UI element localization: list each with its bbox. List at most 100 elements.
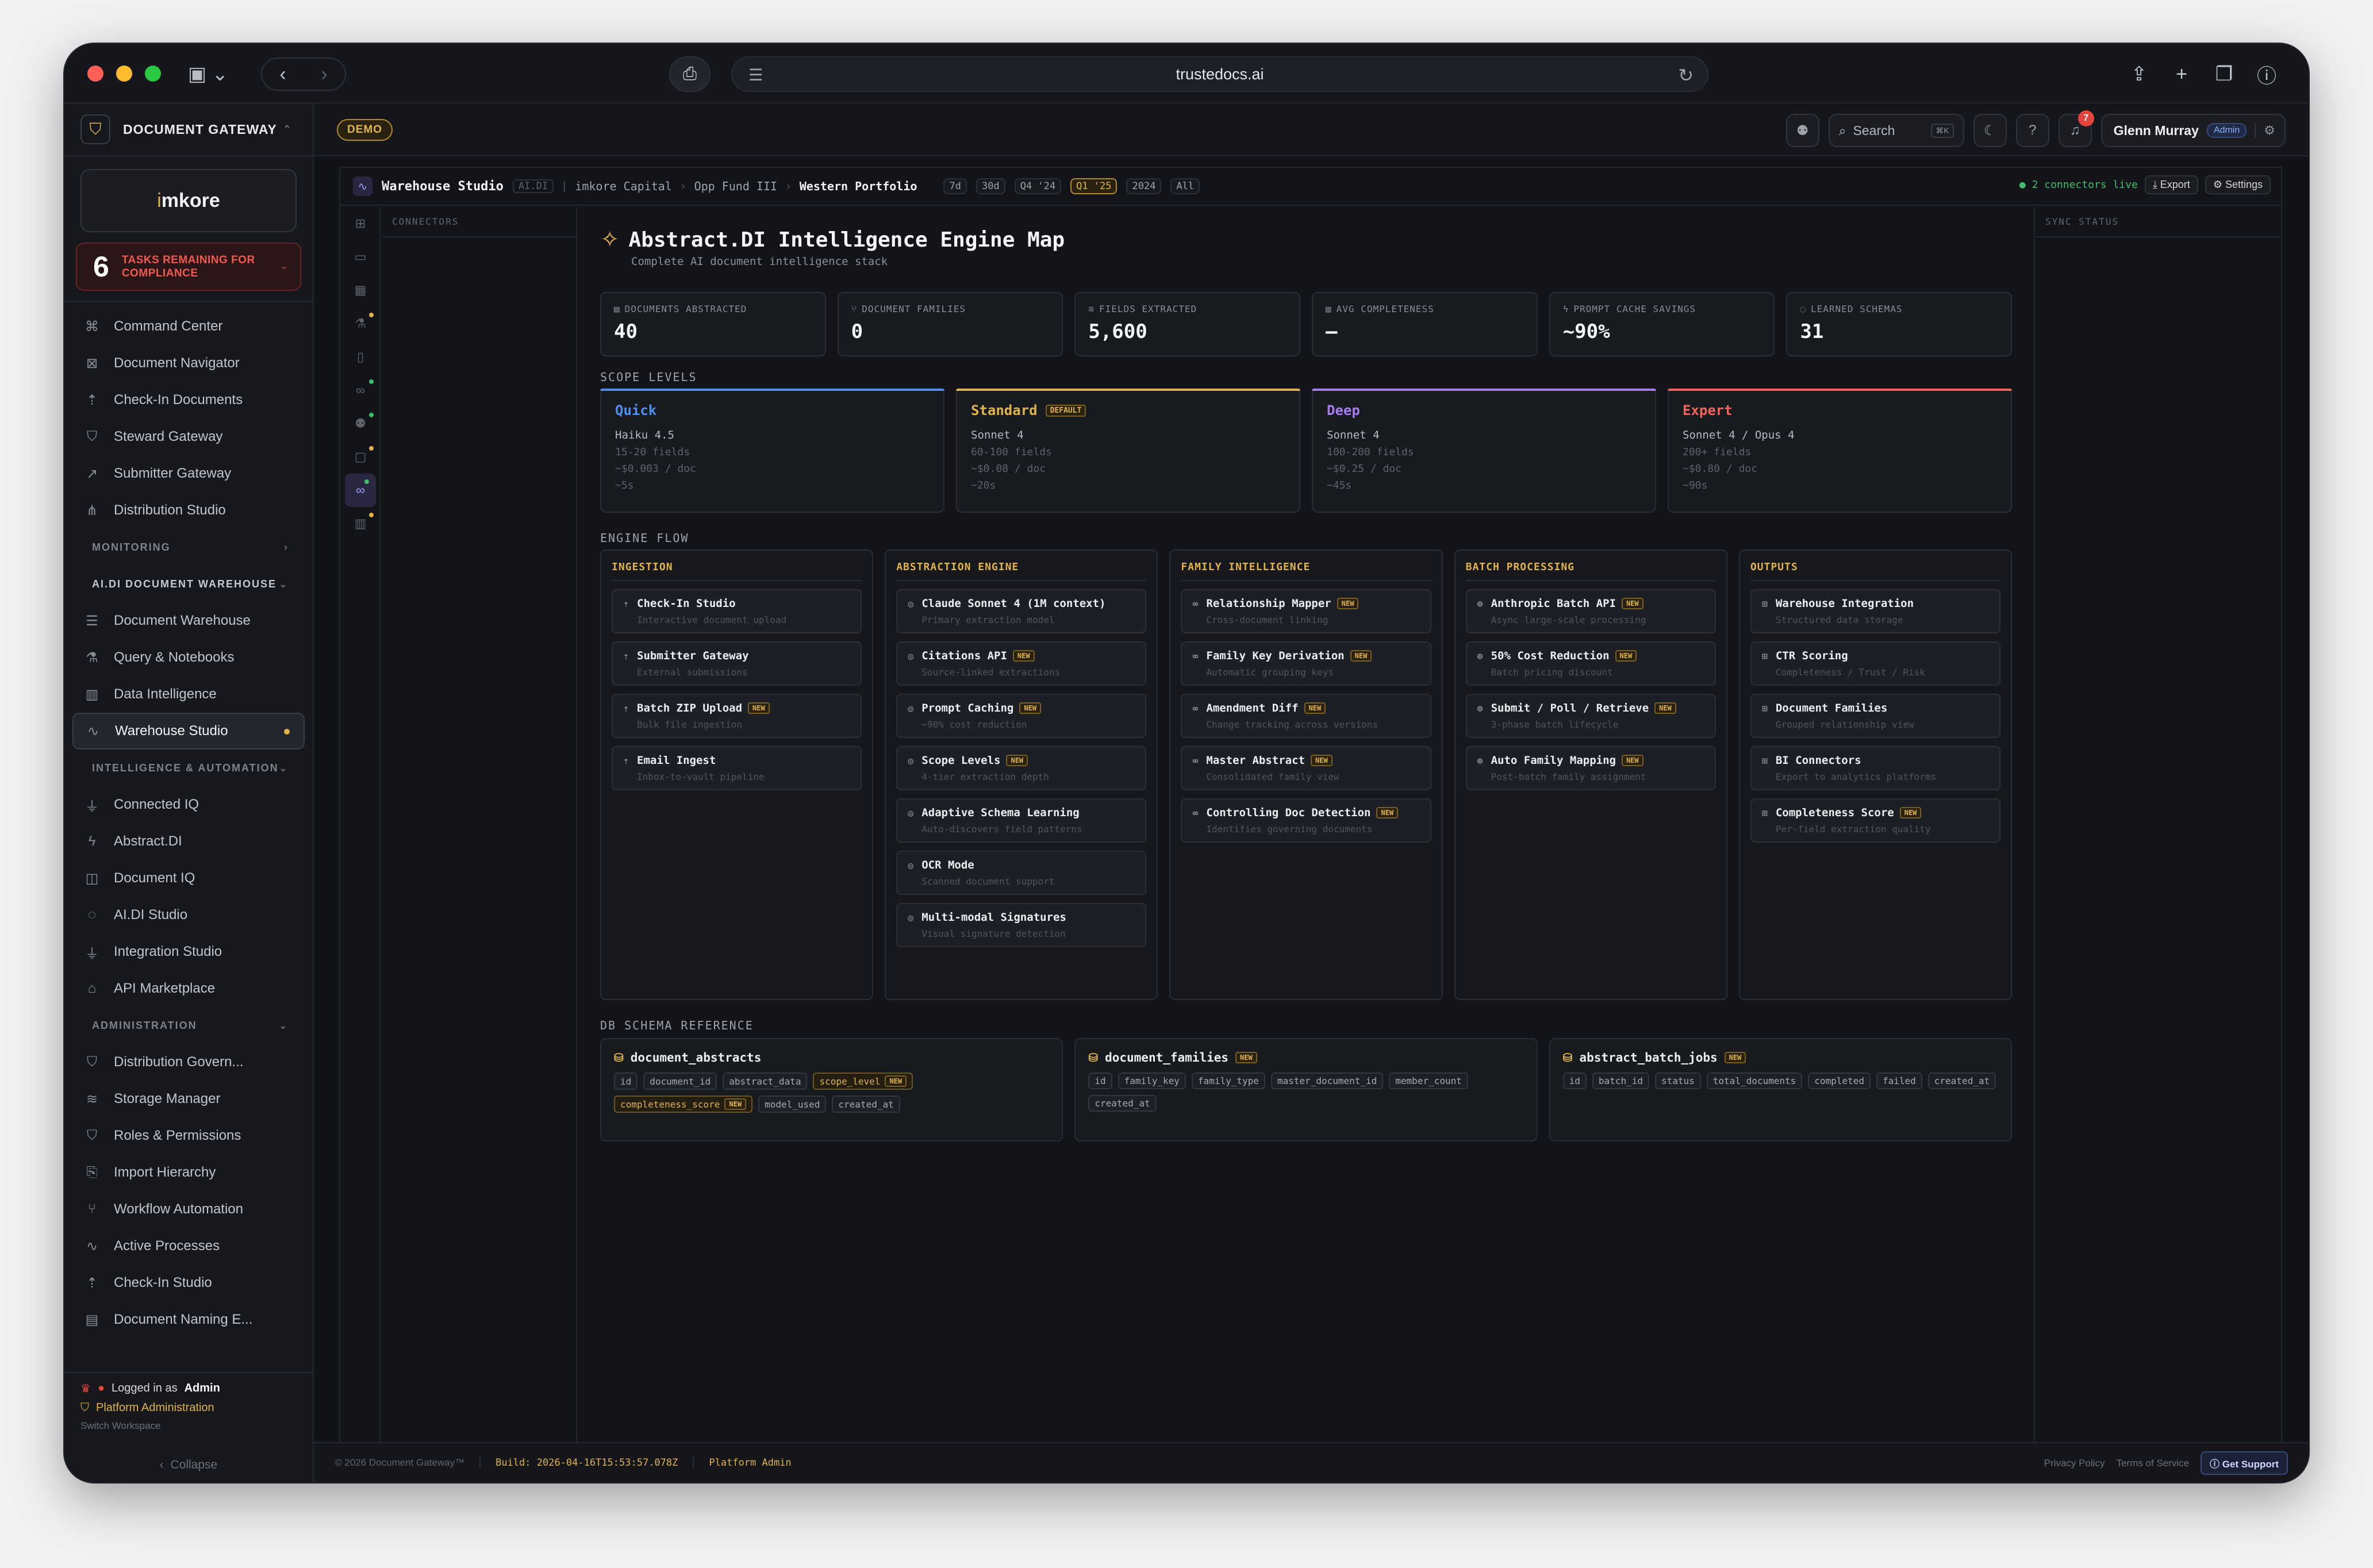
file-icon[interactable]: ▭ xyxy=(340,240,381,274)
breadcrumb-fund[interactable]: Opp Fund III xyxy=(694,179,778,193)
scope-card-quick[interactable]: Quick Haiku 4.5 15-20 fields ~$0.003 / doc ~… xyxy=(600,389,944,513)
flow-node[interactable]: ⇡ Batch ZIP Upload NEW Bulk file ingestion xyxy=(612,694,862,738)
info-icon[interactable]: ⓘ xyxy=(2248,56,2286,92)
flow-node[interactable]: ⊕ Submit / Poll / Retrieve NEW 3-phase batc… xyxy=(1465,694,1716,738)
range-7d[interactable]: 7d xyxy=(943,178,967,194)
sidebar-item-integration-studio[interactable]: ⏚ Integration Studio xyxy=(72,933,305,970)
minimize-window-button[interactable] xyxy=(116,66,132,82)
sidebar-item-workflow-automation[interactable]: ⑂ Workflow Automation xyxy=(72,1191,305,1228)
flow-node[interactable]: ⊕ Anthropic Batch API NEW Async large-scale… xyxy=(1465,589,1716,633)
scope-card-standard[interactable]: Standard DEFAULT Sonnet 4 60-100 fields ~$0.… xyxy=(956,389,1300,513)
share-icon[interactable]: ⇪ xyxy=(2120,56,2158,92)
flow-node[interactable]: ⊞ BI Connectors Export to analytics platfo… xyxy=(1750,746,2001,790)
sidebar-item-query-notebooks[interactable]: ⚗ Query & Notebooks xyxy=(72,639,305,676)
sidebar-item-aidi-studio[interactable]: ◌ AI.DI Studio xyxy=(72,897,305,933)
flask-icon[interactable]: ⚗ xyxy=(340,307,381,340)
page-settings-icon[interactable]: ☰ xyxy=(748,66,763,84)
help-icon[interactable]: ? xyxy=(2015,114,2049,147)
sidebar-item-abstract-di[interactable]: ϟ Abstract.DI xyxy=(72,823,305,860)
new-tab-icon[interactable]: + xyxy=(2163,56,2201,92)
sidebar-item-document-iq[interactable]: ◫ Document IQ xyxy=(72,860,305,897)
sidebar-item-api-marketplace[interactable]: ⌂ API Marketplace xyxy=(72,970,305,1007)
flow-node[interactable]: ⊕ Auto Family Mapping NEW Post-batch family… xyxy=(1465,746,1716,790)
flow-node[interactable]: ⇡ Check-In Studio Interactive document upl… xyxy=(612,589,862,633)
sidebar-item-document-warehouse[interactable]: ☰ Document Warehouse xyxy=(72,602,305,639)
bot-icon[interactable]: ⚉ xyxy=(1785,114,1819,147)
flow-node[interactable]: ⊞ Completeness Score NEW Per-field extracti… xyxy=(1750,798,2001,843)
flow-node[interactable]: ◎ Scope Levels NEW 4-tier extraction depth xyxy=(896,746,1147,790)
flow-node[interactable]: ⊞ CTR Scoring Completeness / Trust / Risk xyxy=(1750,641,2001,686)
sidebar-item-distribution-studio[interactable]: ⋔ Distribution Studio xyxy=(72,492,305,529)
sidebar-item-active-processes[interactable]: ∿ Active Processes xyxy=(72,1228,305,1265)
book-icon[interactable]: ▯ xyxy=(340,340,381,374)
sidebar-item-distribution-governance[interactable]: ⛉ Distribution Govern... xyxy=(72,1044,305,1081)
chart-icon[interactable]: ▥ xyxy=(340,507,381,540)
reload-icon[interactable]: ↻ xyxy=(1678,64,1694,86)
sidebar-item-import-hierarchy[interactable]: ⎘ Import Hierarchy xyxy=(72,1154,305,1191)
close-window-button[interactable] xyxy=(87,66,103,82)
flow-node[interactable]: ∞ Family Key Derivation NEW Automatic group… xyxy=(1181,641,1431,686)
export-button[interactable]: ⤓ Export xyxy=(2144,175,2198,194)
flow-node[interactable]: ∞ Master Abstract NEW Consolidated family v… xyxy=(1181,746,1431,790)
maximize-window-button[interactable] xyxy=(145,66,161,82)
flow-node[interactable]: ◎ Claude Sonnet 4 (1M context) Primary ext… xyxy=(896,589,1147,633)
flow-node[interactable]: ⊞ Document Families Grouped relationship v… xyxy=(1750,694,2001,738)
section-monitoring[interactable]: MONITORING › xyxy=(72,529,305,566)
flow-node[interactable]: ∞ Relationship Mapper NEW Cross-document li… xyxy=(1181,589,1431,633)
moon-icon[interactable]: ☾ xyxy=(1973,114,2007,147)
sidebar-item-check-in-studio[interactable]: ⇡ Check-In Studio xyxy=(72,1265,305,1301)
breadcrumb-portfolio[interactable]: Western Portfolio xyxy=(800,179,917,193)
terms-link[interactable]: Terms of Service xyxy=(2116,1458,2189,1469)
user-menu[interactable]: Glenn Murray Admin ⚙ xyxy=(2101,114,2286,147)
sidebar-item-warehouse-studio[interactable]: ∿ Warehouse Studio xyxy=(72,713,305,750)
sidebar-item-data-intelligence[interactable]: ▥ Data Intelligence xyxy=(72,676,305,713)
flow-node[interactable]: ◎ Prompt Caching NEW ~90% cost reduction xyxy=(896,694,1147,738)
get-support-button[interactable]: ⓘ Get Support xyxy=(2201,1451,2288,1475)
flow-node[interactable]: ∞ Controlling Doc Detection NEW Identifies … xyxy=(1181,798,1431,843)
flow-node[interactable]: ◎ Multi-modal Signatures Visual signature … xyxy=(896,903,1147,947)
robot-icon[interactable]: ⚉ xyxy=(340,407,381,440)
section-intelligence[interactable]: INTELLIGENCE & AUTOMATION ⌄ xyxy=(72,750,305,786)
section-administration[interactable]: ADMINISTRATION ⌄ xyxy=(72,1007,305,1044)
range-all[interactable]: All xyxy=(1170,178,1200,194)
platform-admin-row[interactable]: ⛉ Platform Administration xyxy=(80,1401,297,1415)
privacy-link[interactable]: Privacy Policy xyxy=(2044,1458,2105,1469)
printer-icon[interactable]: ⎙ xyxy=(669,56,711,92)
search-button[interactable]: ⌕ Search ⌘K xyxy=(1828,114,1964,147)
range-q4-24[interactable]: Q4 '24 xyxy=(1014,178,1062,194)
sidebar-item-connected-iq[interactable]: ⏚ Connected IQ xyxy=(72,786,305,823)
grid-icon[interactable]: ⊞ xyxy=(340,207,381,240)
sidebar-toggle-icon[interactable]: ▣ ⌄ xyxy=(179,59,237,90)
sidebar-item-document-naming[interactable]: ▤ Document Naming E... xyxy=(72,1301,305,1338)
scope-card-deep[interactable]: Deep Sonnet 4 100-200 fields ~$0.25 / doc ~4… xyxy=(1312,389,1656,513)
flow-node[interactable]: ∞ Amendment Diff NEW Change tracking across… xyxy=(1181,694,1431,738)
range-q1-25[interactable]: Q1 '25 xyxy=(1070,178,1118,194)
flow-node[interactable]: ⊞ Warehouse Integration Structured data st… xyxy=(1750,589,2001,633)
forward-icon[interactable]: › xyxy=(304,59,345,90)
sidebar-item-storage-manager[interactable]: ≋ Storage Manager xyxy=(72,1081,305,1117)
gear-icon[interactable]: ⚙ xyxy=(2255,123,2275,138)
settings-button[interactable]: ⚙ Settings xyxy=(2205,175,2271,194)
link-icon[interactable]: ∞ xyxy=(340,374,381,407)
sidebar-item-document-navigator[interactable]: ⊠ Document Navigator xyxy=(72,345,305,382)
sidebar-item-submitter-gateway[interactable]: ↗ Submitter Gateway xyxy=(72,455,305,492)
range-30d[interactable]: 30d xyxy=(976,178,1005,194)
range-2024[interactable]: 2024 xyxy=(1126,178,1162,194)
flow-node[interactable]: ◎ Adaptive Schema Learning Auto-discovers … xyxy=(896,798,1147,843)
collapse-sidebar-button[interactable]: ‹ Collapse xyxy=(64,1458,313,1472)
bell-icon[interactable]: ♫ 7 xyxy=(2058,110,2094,147)
flow-node[interactable]: ◎ Citations API NEW Source-linked extractio… xyxy=(896,641,1147,686)
back-icon[interactable]: ‹ xyxy=(262,59,304,90)
sidebar-item-command-center[interactable]: ⌘ Command Center xyxy=(72,308,305,345)
table-icon[interactable]: ▦ xyxy=(340,274,381,307)
section-warehouse[interactable]: AI.DI DOCUMENT WAREHOUSE ⌄ xyxy=(72,566,305,602)
sidebar-item-roles-permissions[interactable]: ⛉ Roles & Permissions xyxy=(72,1117,305,1154)
chat-icon[interactable]: ▢ xyxy=(340,440,381,474)
tabs-overview-icon[interactable]: ❐ xyxy=(2205,56,2243,92)
flow-node[interactable]: ⇡ Email Ingest Inbox-to-vault pipeline xyxy=(612,746,862,790)
flow-node[interactable]: ⇡ Submitter Gateway External submissions xyxy=(612,641,862,686)
compliance-tasks-banner[interactable]: 6 TASKS REMAINING FOR COMPLIANCE ⌄ xyxy=(76,243,301,291)
sidebar-item-check-in-documents[interactable]: ⇡ Check-In Documents xyxy=(72,382,305,418)
engine-map-icon[interactable]: ∞ xyxy=(345,474,376,507)
flow-node[interactable]: ◎ OCR Mode Scanned document support xyxy=(896,851,1147,895)
